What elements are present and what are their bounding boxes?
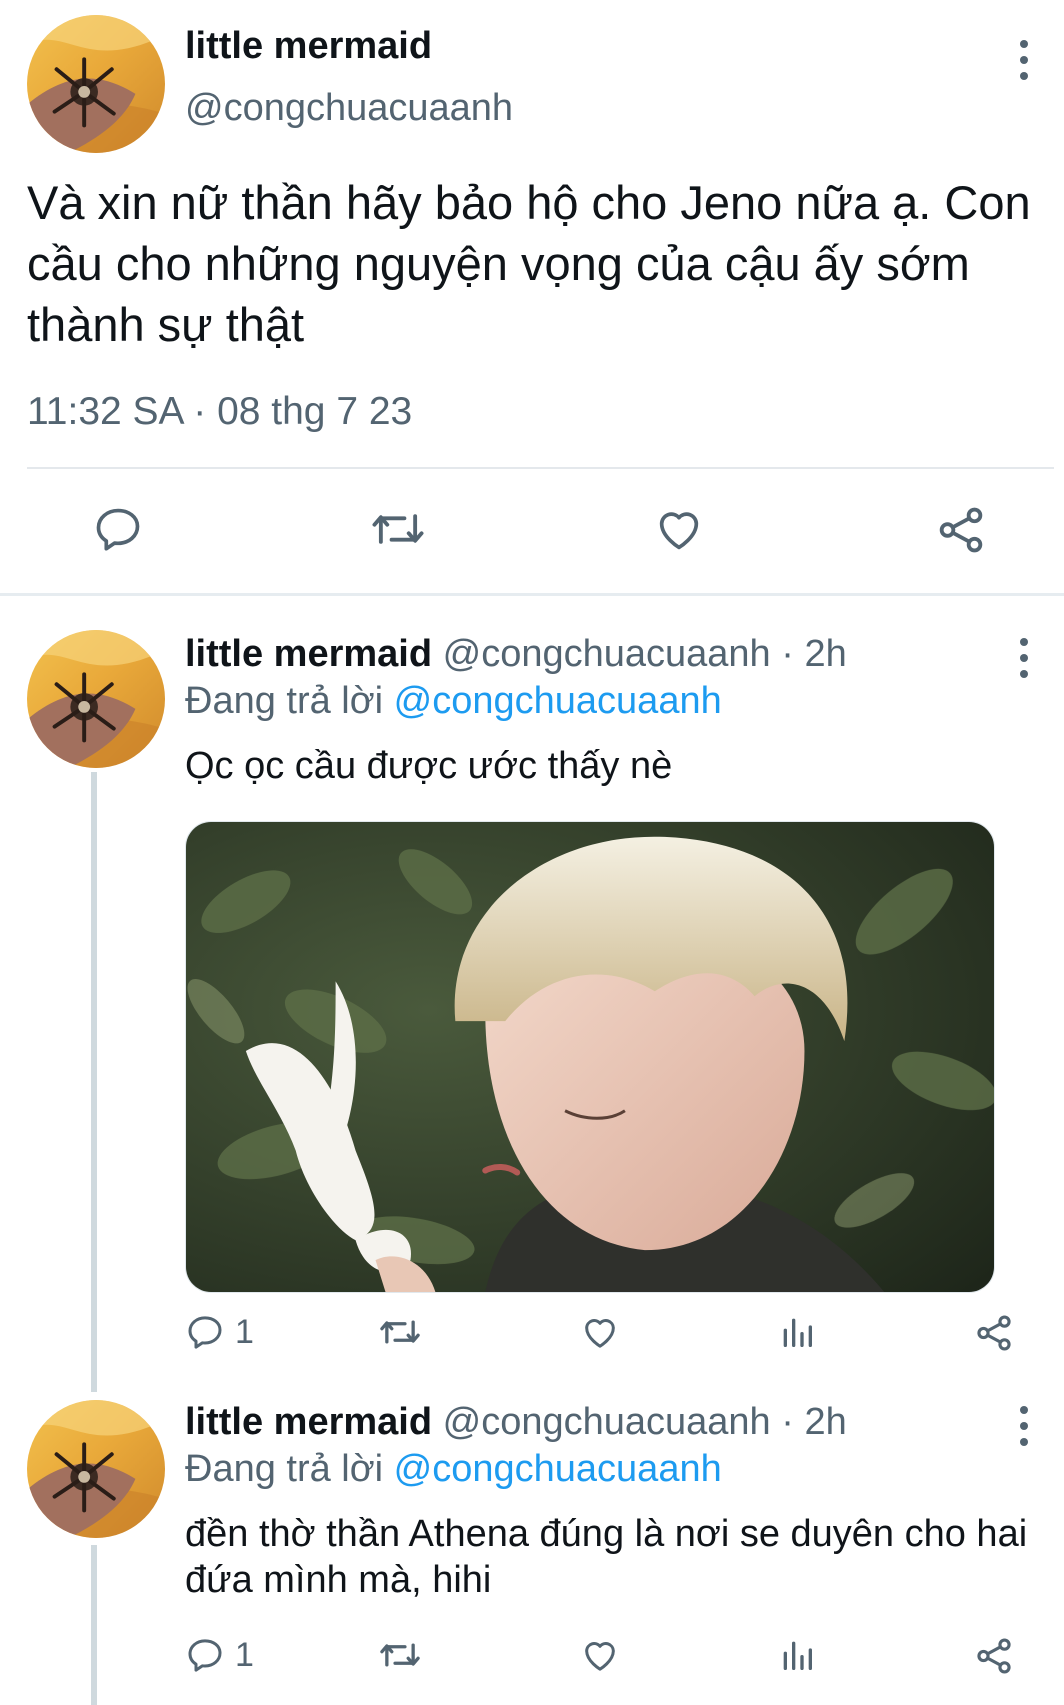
more-options-icon[interactable] <box>1014 638 1034 678</box>
thread-line <box>91 1545 97 1705</box>
display-name[interactable]: little mermaid <box>185 633 432 675</box>
replying-prefix: Đang trả lời <box>185 680 394 722</box>
like-icon <box>585 1642 615 1671</box>
share-action[interactable] <box>973 1312 1015 1354</box>
retweet-icon <box>380 1643 420 1667</box>
views-action[interactable] <box>777 1312 817 1352</box>
like-action[interactable] <box>580 1635 620 1675</box>
reply-icon <box>188 1639 222 1672</box>
handle-and-time[interactable]: @congchuacuaanh · 2h <box>443 1401 847 1443</box>
section-divider <box>0 593 1064 596</box>
reply-header: little mermaid @congchuacuaanh · 2h <box>185 633 847 676</box>
display-name[interactable]: little mermaid <box>185 1401 432 1443</box>
tweet-media-image[interactable] <box>185 821 995 1293</box>
tweet-text: Và xin nữ thần hãy bảo hộ cho Jeno nữa ạ… <box>27 176 1031 351</box>
reply-action[interactable]: 1 <box>185 1635 254 1675</box>
reply-count: 1 <box>235 1312 254 1351</box>
share-icon <box>977 1315 1011 1351</box>
replying-to-handle[interactable]: @congchuacuaanh <box>394 680 722 722</box>
share-action[interactable] <box>973 1635 1015 1677</box>
retweet-action[interactable] <box>377 1635 423 1675</box>
views-action[interactable] <box>777 1635 817 1675</box>
reply-action[interactable]: 1 <box>185 1312 254 1352</box>
retweet-icon <box>380 1320 420 1344</box>
tweet-text: đền thờ thần Athena đúng là nơi se duyên… <box>185 1513 1028 1601</box>
reply-header: little mermaid @congchuacuaanh · 2h <box>185 1401 847 1444</box>
like-icon <box>585 1319 615 1348</box>
reply-icon[interactable] <box>92 503 144 555</box>
share-icon <box>977 1638 1011 1674</box>
like-icon[interactable] <box>652 503 706 555</box>
user-handle[interactable]: @congchuacuaanh <box>185 87 513 130</box>
thread-line <box>91 772 97 1392</box>
display-name[interactable]: little mermaid <box>185 25 432 68</box>
replying-to-handle[interactable]: @congchuacuaanh <box>394 1448 722 1490</box>
avatar[interactable] <box>27 630 165 768</box>
reply-count: 1 <box>235 1635 254 1674</box>
tweet-text: Ọc ọc cầu được ước thấy nè <box>185 745 673 787</box>
replying-to: Đang trả lời @congchuacuaanh <box>185 680 722 723</box>
tweet-actions <box>0 495 1064 565</box>
retweet-icon[interactable] <box>368 503 428 555</box>
views-icon <box>783 1641 812 1670</box>
views-icon <box>783 1318 812 1347</box>
handle-and-time[interactable]: @congchuacuaanh · 2h <box>443 633 847 675</box>
more-options-icon[interactable] <box>1014 40 1034 80</box>
avatar[interactable] <box>27 15 165 153</box>
divider <box>27 467 1054 469</box>
reply-icon <box>188 1316 222 1349</box>
more-options-icon[interactable] <box>1014 1406 1034 1446</box>
retweet-action[interactable] <box>377 1312 423 1352</box>
tweet-timestamp[interactable]: 11:32 SA · 08 thg 7 23 <box>27 390 412 434</box>
replying-to: Đang trả lời @congchuacuaanh <box>185 1448 722 1491</box>
avatar[interactable] <box>27 1400 165 1538</box>
share-icon[interactable] <box>934 503 988 557</box>
replying-prefix: Đang trả lời <box>185 1448 394 1490</box>
like-action[interactable] <box>580 1312 620 1352</box>
tweet-actions: 1 <box>185 1635 1025 1685</box>
tweet-actions: 1 <box>185 1312 1025 1362</box>
